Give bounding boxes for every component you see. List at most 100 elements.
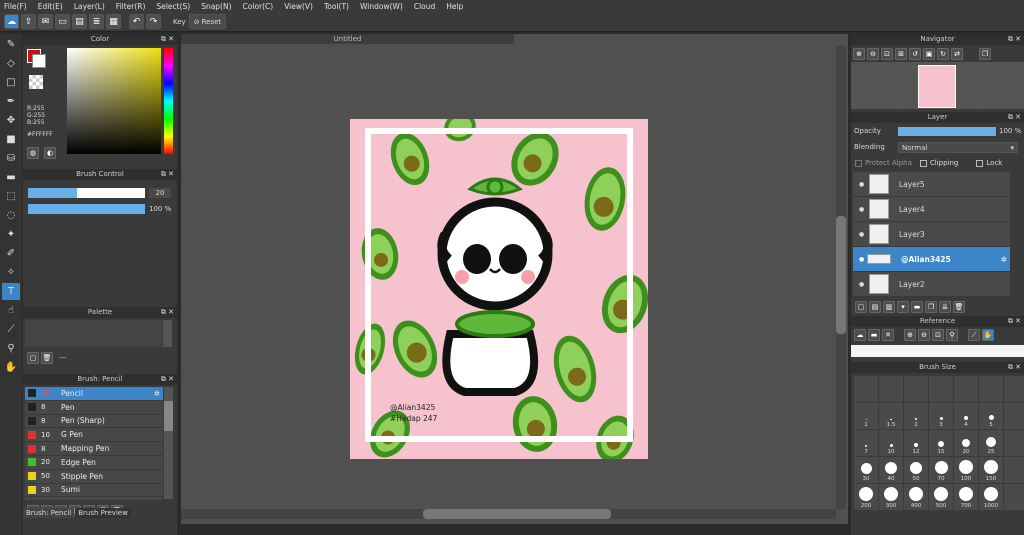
comment-icon[interactable]: ▭: [55, 14, 70, 29]
picker-mode-icon[interactable]: ◐: [44, 147, 56, 159]
lock-checkbox[interactable]: [976, 159, 984, 167]
pen-dropper-tool-icon[interactable]: ⚲: [2, 340, 20, 357]
gradient-tool-icon[interactable]: ▬: [2, 169, 20, 186]
tab-brush-preview[interactable]: Brush Preview: [75, 508, 131, 518]
brush-size-cell[interactable]: 12: [904, 430, 928, 456]
menu-item-7[interactable]: View(V): [284, 2, 313, 11]
gear-icon[interactable]: ✲: [154, 389, 160, 398]
new-layer-icon[interactable]: ▢: [855, 300, 867, 313]
vertical-scrollbar[interactable]: [836, 46, 846, 509]
brush-list-item[interactable]: 20 Pencil ✲: [25, 387, 163, 400]
layer-row[interactable]: ● Layer5: [853, 172, 1010, 196]
brush-size-cell[interactable]: 2: [904, 403, 928, 429]
shape-tool-icon[interactable]: □: [2, 74, 20, 91]
move-tool-icon[interactable]: ✥: [2, 112, 20, 129]
brush-size-cell[interactable]: [854, 376, 878, 402]
menu-item-9[interactable]: Window(W): [360, 2, 403, 11]
brush-size-cell[interactable]: 15: [929, 430, 953, 456]
ref-zoom-out-icon[interactable]: ⊖: [918, 329, 930, 341]
reset-button[interactable]: ⊘ Reset: [188, 14, 227, 29]
grid-icon[interactable]: ▦: [106, 14, 121, 29]
brush-list-item[interactable]: 8 Pen (Sharp): [25, 414, 163, 428]
panel-float-close-icon[interactable]: ⧉ ✕: [1008, 34, 1021, 45]
hand-tool-icon[interactable]: ✋: [2, 359, 20, 376]
brush-list-item[interactable]: 8 Mapping Pen: [25, 442, 163, 455]
eraser-tool-icon[interactable]: ◇: [2, 55, 20, 72]
delete-layer-icon[interactable]: 🗑: [953, 300, 965, 313]
eye-icon[interactable]: ●: [859, 256, 864, 263]
gear-icon[interactable]: ✲: [1001, 255, 1007, 264]
rotate-right-icon[interactable]: ↻: [937, 47, 949, 60]
reference-view[interactable]: [851, 345, 1024, 357]
brush-tool-icon[interactable]: ✎: [2, 36, 20, 53]
artwork-canvas[interactable]: @Alian3425 #Hedap 247: [350, 119, 648, 459]
eye-icon[interactable]: ●: [859, 206, 864, 213]
panel-float-close-icon[interactable]: ⧉ ✕: [161, 34, 174, 45]
zoom-in-icon[interactable]: ⊕: [853, 47, 865, 60]
eye-icon[interactable]: ●: [859, 281, 864, 288]
panel-float-close-icon[interactable]: ⧉ ✕: [161, 374, 174, 385]
share-icon[interactable]: ⇪: [21, 14, 36, 29]
brush-size-cell[interactable]: 1000: [979, 484, 1003, 510]
eye-icon[interactable]: ●: [859, 181, 864, 188]
brush-size-cell[interactable]: 50: [904, 457, 928, 483]
navigator-preview[interactable]: [851, 62, 1024, 109]
layer-folder-icon[interactable]: ▬: [911, 300, 923, 313]
reset-view-icon[interactable]: ▣: [923, 47, 935, 60]
delete-palette-icon[interactable]: 🗑: [41, 352, 53, 364]
menu-item-1[interactable]: Edit(E): [38, 2, 63, 11]
layer-opacity-slider[interactable]: [898, 126, 996, 136]
palette-mode-icon[interactable]: ◍: [27, 147, 39, 159]
new-halftone-layer-icon[interactable]: ▤: [869, 300, 881, 313]
brush-size-cell[interactable]: 70: [929, 457, 953, 483]
protect-alpha-checkbox[interactable]: [855, 159, 862, 167]
brush-list-item[interactable]: 10 G Pen: [25, 428, 163, 442]
brush-size-cell[interactable]: 30: [854, 457, 878, 483]
brush-list-item[interactable]: 50 Stipple Pen: [25, 469, 163, 483]
brush-opacity-slider[interactable]: [28, 204, 145, 214]
brush-list-scrollbar[interactable]: [164, 387, 173, 499]
ref-eyedropper-icon[interactable]: ⟋: [968, 329, 980, 341]
brush-size-cell[interactable]: [1004, 430, 1024, 456]
menu-item-6[interactable]: Color(C): [243, 2, 274, 11]
layer-menu-icon[interactable]: ▾: [897, 300, 909, 313]
brush-size-cell[interactable]: 7: [854, 430, 878, 456]
brush-size-cell[interactable]: 400: [904, 484, 928, 510]
transparent-color-swatch[interactable]: [29, 75, 43, 89]
brush-size-cell[interactable]: [929, 376, 953, 402]
actual-size-icon[interactable]: ⊞: [895, 47, 907, 60]
brush-size-cell[interactable]: [879, 376, 903, 402]
ref-open-icon[interactable]: ▬: [868, 329, 880, 341]
eye-icon[interactable]: ●: [859, 231, 864, 238]
ref-zoom-in-icon[interactable]: ⊕: [904, 329, 916, 341]
brush-list-item[interactable]: 50Watercolor: [25, 497, 163, 500]
saturation-value-picker[interactable]: [67, 48, 161, 154]
ref-close-icon[interactable]: ✕: [882, 329, 894, 341]
brush-size-cell[interactable]: 700: [954, 484, 978, 510]
page-icon[interactable]: ▤: [72, 14, 87, 29]
brush-size-cell[interactable]: 25: [979, 430, 1003, 456]
palette-scrollbar[interactable]: [163, 320, 172, 347]
merge-layer-icon[interactable]: ⇊: [939, 300, 951, 313]
brush-size-cell[interactable]: [1004, 484, 1024, 510]
new-palette-icon[interactable]: ▢: [27, 352, 39, 364]
magic-wand-tool-icon[interactable]: ✦: [2, 226, 20, 243]
brush-size-cell[interactable]: [954, 376, 978, 402]
brush-list-item[interactable]: 30 Sumi: [25, 483, 163, 497]
select-pen-tool-icon[interactable]: ✐: [2, 245, 20, 262]
flip-icon[interactable]: ⇄: [951, 47, 963, 60]
menu-item-2[interactable]: Layer(L): [74, 2, 105, 11]
brush-size-cell[interactable]: [979, 376, 1003, 402]
fit-icon[interactable]: ⊡: [881, 47, 893, 60]
menu-item-0[interactable]: File(F): [4, 2, 27, 11]
ref-fit-icon[interactable]: ⊡: [932, 329, 944, 341]
brush-size-cell[interactable]: 10: [879, 430, 903, 456]
menu-item-4[interactable]: Select(S): [156, 2, 190, 11]
nav-copy-icon[interactable]: ❐: [979, 47, 991, 60]
brush-size-cell[interactable]: 1.5: [879, 403, 903, 429]
brush-list-item[interactable]: 8 Pen: [25, 400, 163, 414]
brush-size-cell[interactable]: 100: [954, 457, 978, 483]
menu-item-10[interactable]: Cloud: [414, 2, 435, 11]
tab-brush-pencil[interactable]: Brush: Pencil: [23, 508, 75, 518]
fill-rect-tool-icon[interactable]: ■: [2, 131, 20, 148]
